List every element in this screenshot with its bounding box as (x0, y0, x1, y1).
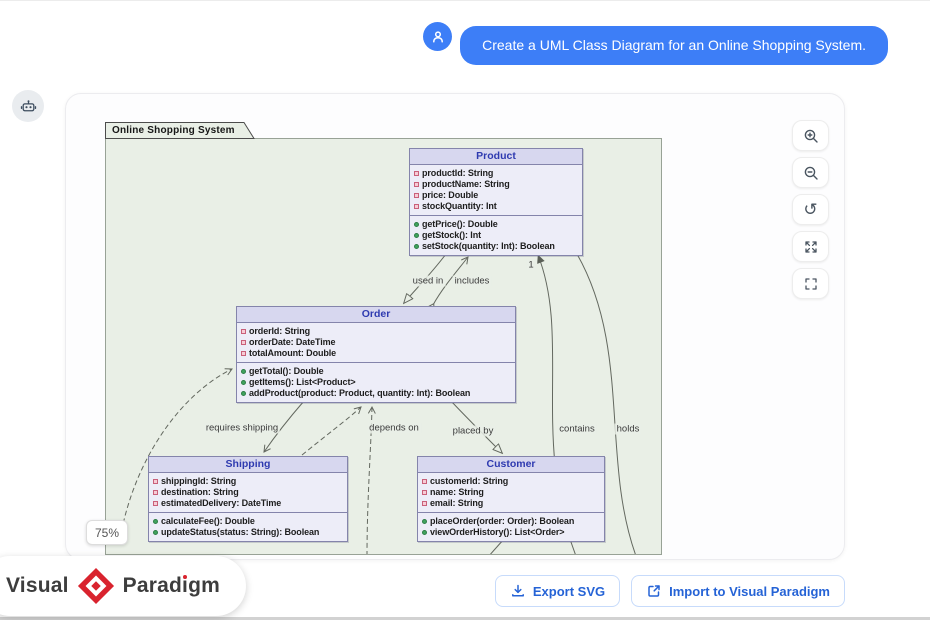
uml-attribute: destination: String (153, 487, 344, 498)
method-marker-icon (422, 530, 427, 535)
external-link-icon (646, 583, 662, 599)
visual-paradigm-diamond-icon (77, 567, 115, 605)
uml-attribute: productName: String (414, 179, 579, 190)
user-avatar (423, 22, 452, 51)
uml-method: getStock(): Int (414, 230, 579, 241)
attribute-marker-icon (414, 204, 419, 209)
edge-label-requires-shipping: requires shipping (204, 423, 280, 434)
method-marker-icon (422, 519, 427, 524)
attribute-marker-icon (153, 490, 158, 495)
method-marker-icon (414, 233, 419, 238)
uml-method: addProduct(product: Product, quantity: I… (241, 388, 512, 399)
expand-button[interactable] (792, 231, 829, 262)
uml-attribute: price: Double (414, 190, 579, 201)
attribute-marker-icon (414, 182, 419, 187)
expand-icon (803, 239, 819, 255)
edge-customer-bottom (489, 540, 503, 555)
uml-method: updateStatus(status: String): Boolean (153, 527, 344, 538)
uml-class-customer[interactable]: Customer customerId: Stringname: Stringem… (417, 456, 605, 542)
uml-method: placeOrder(order: Order): Boolean (422, 516, 601, 527)
uml-attribute: shippingId: String (153, 476, 344, 487)
uml-method: setStock(quantity: Int): Boolean (414, 241, 579, 252)
uml-attribute: stockQuantity: Int (414, 201, 579, 212)
diagram-canvas[interactable]: Product productId: StringproductName: Str… (105, 138, 662, 555)
uml-attribute: orderId: String (241, 326, 512, 337)
uml-class-title: Order (237, 307, 515, 323)
uml-class-shipping[interactable]: Shipping shippingId: Stringdestination: S… (148, 456, 348, 542)
method-marker-icon (241, 391, 246, 396)
attribute-marker-icon (422, 479, 427, 484)
edge-label-placed-by: placed by (451, 426, 496, 437)
import-label: Import to Visual Paradigm (669, 584, 830, 599)
attribute-marker-icon (153, 479, 158, 484)
uml-method: getTotal(): Double (241, 366, 512, 377)
user-icon (430, 29, 446, 45)
attribute-marker-icon (414, 171, 419, 176)
frame-title-tab: Online Shopping System (105, 122, 255, 139)
export-svg-label: Export SVG (533, 584, 605, 599)
method-marker-icon (153, 519, 158, 524)
uml-method: viewOrderHistory(): List<Order> (422, 527, 601, 538)
uml-class-product[interactable]: Product productId: StringproductName: Str… (409, 148, 583, 256)
uml-attribute: totalAmount: Double (241, 348, 512, 359)
robot-icon (20, 98, 37, 115)
assistant-avatar (12, 90, 44, 122)
uml-class-title: Shipping (149, 457, 347, 473)
uml-method: getPrice(): Double (414, 219, 579, 230)
method-marker-icon (241, 380, 246, 385)
import-to-visual-paradigm-button[interactable]: Import to Visual Paradigm (631, 575, 845, 607)
edge-depends-on (302, 407, 361, 455)
method-marker-icon (414, 244, 419, 249)
reset-view-button[interactable]: ↺ (792, 194, 829, 225)
edge-label-used-in: used in (411, 276, 446, 287)
user-message-bubble: Create a UML Class Diagram for an Online… (460, 26, 888, 65)
uml-class-title: Product (410, 149, 582, 165)
uml-class-order[interactable]: Order orderId: StringorderDate: DateTimet… (236, 306, 516, 403)
chat-row: Create a UML Class Diagram for an Online… (423, 22, 888, 65)
export-svg-button[interactable]: Export SVG (495, 575, 620, 607)
attribute-marker-icon (422, 490, 427, 495)
uml-attribute: name: String (422, 487, 601, 498)
uml-attribute: orderDate: DateTime (241, 337, 512, 348)
canvas-toolbar: ↺ (792, 120, 829, 299)
attribute-marker-icon (241, 351, 246, 356)
attribute-marker-icon (422, 501, 427, 506)
method-marker-icon (414, 222, 419, 227)
uml-method: calculateFee(): Double (153, 516, 344, 527)
zoom-level-badge: 75% (86, 520, 128, 545)
uml-attribute: email: String (422, 498, 601, 509)
logo-text-paradigm: Paradigm (123, 574, 220, 598)
footer-buttons: Export SVG Import to Visual Paradigm (495, 575, 845, 607)
uml-class-title: Customer (418, 457, 604, 473)
attribute-marker-icon (241, 329, 246, 334)
reset-icon: ↺ (803, 201, 817, 218)
method-marker-icon (241, 369, 246, 374)
zoom-out-button[interactable] (792, 157, 829, 188)
uml-attribute: customerId: String (422, 476, 601, 487)
download-icon (510, 583, 526, 599)
edge-label-holds: holds (615, 424, 642, 435)
edge-label-depends-on: depends on (367, 423, 421, 434)
zoom-in-button[interactable] (792, 120, 829, 151)
method-marker-icon (153, 530, 158, 535)
fullscreen-button[interactable] (792, 268, 829, 299)
attribute-marker-icon (153, 501, 158, 506)
uml-method: getItems(): List<Product> (241, 377, 512, 388)
edge-label-1: 1 (526, 260, 535, 271)
attribute-marker-icon (414, 193, 419, 198)
logo-text-visual: Visual (6, 574, 69, 598)
visual-paradigm-logo: Visual Paradigm (0, 556, 246, 616)
uml-attribute: productId: String (414, 168, 579, 179)
fullscreen-icon (803, 276, 819, 292)
frame-title: Online Shopping System (112, 125, 235, 136)
uml-attribute: estimatedDelivery: DateTime (153, 498, 344, 509)
edge-label-includes: includes (453, 276, 492, 287)
zoom-out-icon (803, 165, 819, 181)
zoom-in-icon (803, 128, 819, 144)
attribute-marker-icon (241, 340, 246, 345)
edge-label-contains: contains (557, 424, 596, 435)
